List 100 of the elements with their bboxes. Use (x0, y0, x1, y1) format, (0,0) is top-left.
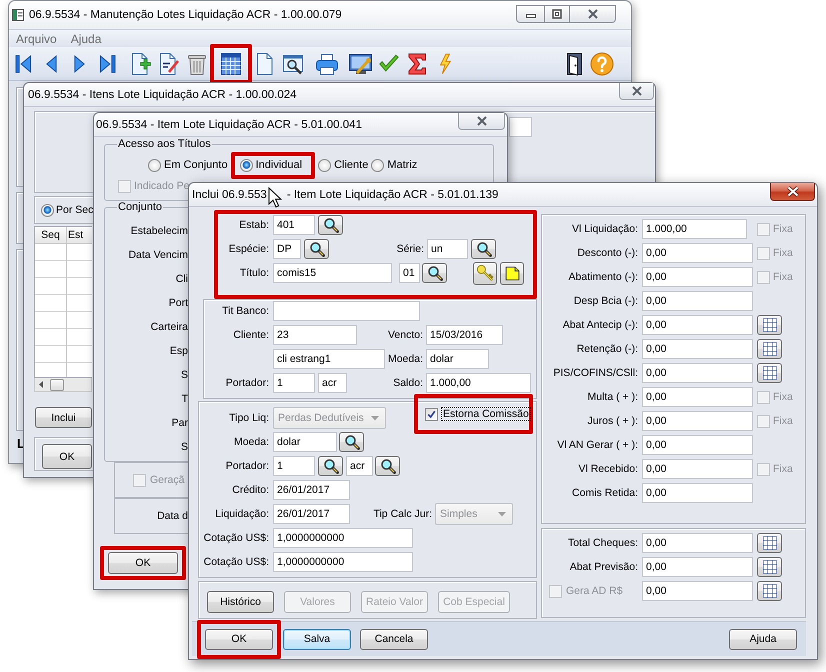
input-field[interactable]: 0,00 (642, 387, 753, 407)
document-icon[interactable] (256, 52, 274, 76)
radio-button[interactable] (371, 158, 384, 172)
search-button[interactable] (304, 239, 329, 259)
grid-button[interactable] (757, 557, 782, 577)
input-field[interactable]: 15/03/2016 (426, 325, 503, 345)
field-label: Título: (238, 267, 269, 279)
field-label: S (180, 440, 188, 455)
key-button[interactable] (473, 262, 497, 284)
new-document-icon[interactable] (130, 52, 152, 76)
dialog-button[interactable]: Cancela (360, 628, 428, 650)
search-icon (308, 241, 324, 257)
input-field[interactable]: 0,00 (642, 339, 753, 359)
field-label: Abat Antecip (-): (562, 319, 638, 331)
input-field[interactable]: 0,00 (642, 581, 753, 601)
input-field[interactable]: 0,00 (642, 435, 753, 455)
input-field[interactable]: 0,00 (642, 267, 753, 287)
input-field[interactable]: 0,00 (642, 411, 753, 431)
input-field[interactable]: acr (318, 373, 347, 393)
input-field[interactable] (509, 117, 532, 137)
input-field[interactable]: 1,0000000000 (273, 528, 413, 548)
lightning-icon[interactable] (437, 52, 453, 76)
close-icon (786, 186, 800, 197)
input-field[interactable]: 1 (273, 373, 315, 393)
search-button[interactable] (339, 432, 364, 452)
input-field[interactable]: 26/01/2017 (273, 504, 350, 524)
dialog-button[interactable]: Ajuda (729, 628, 797, 650)
printer-icon[interactable] (315, 52, 339, 76)
radio-label[interactable]: Matriz (387, 159, 418, 171)
input-field[interactable] (273, 301, 420, 321)
input-field[interactable]: un (427, 239, 468, 259)
door-icon[interactable] (564, 52, 584, 76)
search-button[interactable] (318, 456, 343, 476)
input-field[interactable]: cli estrang1 (273, 349, 385, 369)
help-icon[interactable] (590, 52, 614, 76)
input-field[interactable]: acr (346, 456, 373, 476)
radio-label[interactable]: Individual (256, 159, 302, 171)
input-field[interactable]: 0,00 (642, 243, 753, 263)
search-button[interactable] (422, 263, 447, 283)
input-field[interactable]: 0,00 (642, 363, 753, 383)
dialog-button[interactable]: OK (205, 628, 273, 650)
search-button[interactable] (471, 239, 496, 259)
input-field[interactable]: 0,00 (642, 315, 753, 335)
monitor-tool-icon[interactable] (348, 52, 374, 76)
edit-document-icon[interactable] (158, 52, 180, 76)
dialog-button[interactable]: Inclui (35, 407, 92, 428)
input-field[interactable]: 1.000,00 (426, 373, 531, 393)
radio-label[interactable]: Em Conjunto (164, 159, 228, 171)
close-button[interactable] (619, 83, 654, 100)
input-field[interactable]: 23 (273, 325, 357, 345)
grid-button[interactable] (757, 533, 782, 553)
input-field[interactable]: 0,00 (642, 483, 753, 503)
input-field[interactable]: 401 (273, 215, 315, 235)
input-field[interactable]: 1.000,00 (642, 219, 747, 239)
dialog-button[interactable]: OK (108, 552, 178, 574)
input-field[interactable]: comis15 (273, 263, 392, 283)
close-button[interactable] (570, 5, 616, 23)
checkbox-label[interactable]: Estorna Comissão (441, 407, 531, 421)
radio-label[interactable]: Cliente (334, 159, 368, 171)
radio-label[interactable]: Por Sec (56, 204, 94, 216)
scroll-left-icon (39, 381, 43, 388)
field-label: Tit Banco: (221, 305, 269, 317)
field-label: Data d (156, 510, 188, 522)
grid-button[interactable] (757, 315, 782, 335)
input-field[interactable]: DP (273, 239, 301, 259)
horizontal-scrollbar[interactable] (34, 378, 92, 392)
note-button[interactable] (500, 262, 524, 284)
radio-button[interactable] (41, 204, 54, 216)
scrollbar-thumb[interactable] (50, 378, 64, 390)
input-field[interactable]: 1 (273, 456, 315, 476)
input-field[interactable]: 01 (399, 263, 420, 283)
dialog-button[interactable]: Histórico (207, 591, 274, 613)
input-field[interactable]: 0,00 (642, 291, 753, 311)
restore-button[interactable] (545, 5, 570, 23)
search-button[interactable] (318, 215, 343, 235)
input-field[interactable]: 0,00 (642, 557, 753, 577)
input-field[interactable]: 26/01/2017 (273, 480, 350, 500)
radio-button[interactable] (318, 158, 332, 172)
sigma-icon[interactable] (406, 52, 428, 76)
calendar-icon[interactable] (220, 52, 242, 76)
field-label: Cliente: (232, 329, 269, 341)
search-button[interactable] (375, 456, 400, 476)
input-field[interactable]: dolar (426, 349, 489, 369)
radio-button[interactable] (148, 158, 161, 172)
mouse-pointer-icon (268, 187, 282, 208)
input-field[interactable]: 0,00 (642, 459, 753, 479)
dialog-button[interactable]: OK (42, 444, 92, 469)
input-field[interactable]: 1,0000000000 (273, 552, 413, 572)
input-field[interactable]: 0,00 (642, 533, 753, 553)
radio-button[interactable] (240, 158, 253, 172)
close-button[interactable] (770, 183, 815, 201)
close-button[interactable] (458, 113, 505, 130)
window-title: 06.9.5534 - Manutenção Lotes Liquidação ACR - 1.00.00.079 (29, 9, 342, 21)
dialog-button[interactable]: Salva (283, 628, 351, 650)
minimize-button[interactable] (516, 5, 545, 23)
grid-button[interactable] (757, 363, 782, 383)
input-field[interactable]: dolar (273, 432, 337, 452)
grid-button[interactable] (757, 581, 782, 601)
checkbox[interactable] (425, 408, 438, 420)
grid-button[interactable] (757, 339, 782, 359)
